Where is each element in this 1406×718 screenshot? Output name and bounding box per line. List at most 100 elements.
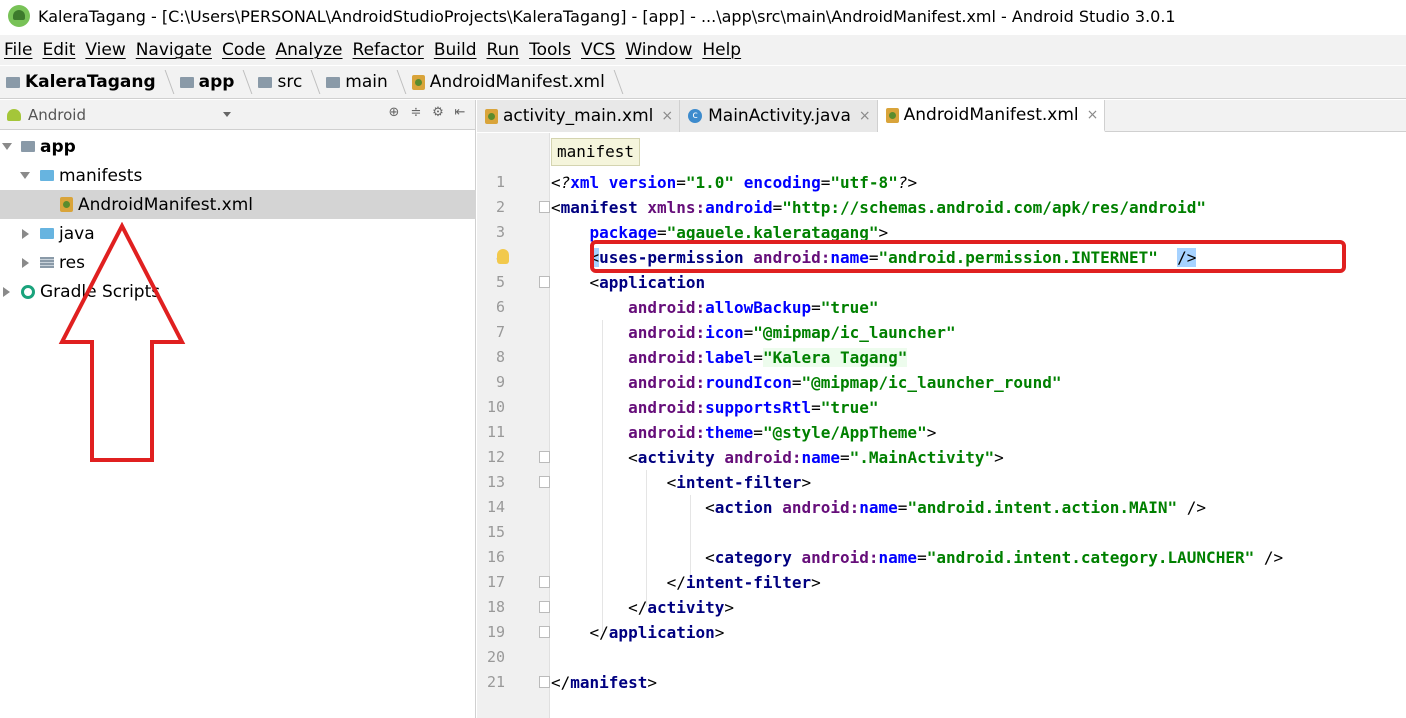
breadcrumb-file[interactable]: AndroidManifest.xml (406, 66, 624, 98)
code-line: 2 <manifest xmlns:android="http://schemas… (495, 198, 1207, 217)
annotation-arrow (58, 222, 186, 462)
code-line: 21 </manifest> (486, 673, 657, 692)
java-class-icon: c (688, 109, 703, 123)
manifest-file-icon (411, 74, 425, 90)
breadcrumb-main-label: main (345, 72, 388, 92)
menu-tools[interactable]: Tools (529, 40, 571, 60)
module-folder-icon (179, 76, 194, 88)
menu-vcs[interactable]: VCS (581, 40, 615, 60)
breadcrumb-src-label: src (277, 72, 303, 92)
code-editor[interactable]: manifest 1 <?xml version="1.0" encoding="… (477, 133, 1406, 718)
menu-bar: File Edit View Navigate Code Analyze Ref… (0, 35, 1406, 65)
tree-item-label: app (40, 136, 76, 157)
project-view-selector[interactable]: Android ⊕ ≑ ⚙ ⇤ (0, 100, 475, 130)
breadcrumb-module[interactable]: app (174, 66, 253, 98)
tree-item-label: manifests (59, 165, 143, 186)
breadcrumb-module-label: app (198, 72, 235, 92)
code-line: 12 <activity android:name=".MainActivity… (486, 448, 1004, 467)
code-line: 19 </application> (486, 623, 725, 642)
window-title: KaleraTagang - [C:\Users\PERSONAL\Androi… (38, 6, 1176, 26)
breadcrumb-main[interactable]: main (320, 66, 407, 98)
breadcrumb-separator (387, 70, 407, 94)
close-icon[interactable]: × (1087, 107, 1099, 123)
code-line: 7 android:icon="@mipmap/ic_launcher" (495, 323, 956, 342)
tab-label: AndroidManifest.xml (903, 105, 1079, 125)
breadcrumb-src[interactable]: src (252, 66, 321, 98)
collapse-all-icon[interactable]: ≑ (409, 106, 423, 120)
breadcrumb-project[interactable]: KaleraTagang (0, 66, 175, 98)
tree-item-manifests[interactable]: manifests (0, 161, 476, 190)
code-line: 9 android:roundIcon="@mipmap/ic_launcher… (495, 373, 1062, 392)
breadcrumb-separator (234, 70, 253, 94)
collapse-arrow-icon[interactable] (22, 257, 29, 268)
scroll-from-source-icon[interactable]: ⊕ (387, 106, 401, 120)
annotation-highlight-box (590, 240, 1346, 273)
manifest-file-icon (60, 197, 73, 212)
tab-androidmanifest[interactable]: AndroidManifest.xml × (877, 100, 1106, 132)
folder-icon (258, 76, 273, 88)
code-line: 13 <intent-filter> (486, 473, 812, 492)
dropdown-arrow-icon[interactable] (223, 112, 231, 117)
navigation-breadcrumb: KaleraTagang app src main AndroidManifes… (0, 66, 1406, 99)
menu-code[interactable]: Code (222, 40, 266, 60)
code-line: 18 </activity> (486, 598, 735, 617)
menu-analyze[interactable]: Analyze (276, 40, 343, 60)
code-line: 10 android:supportsRtl="true" (486, 398, 879, 417)
menu-run[interactable]: Run (487, 40, 520, 60)
expand-arrow-icon[interactable] (2, 143, 12, 150)
xml-file-icon (485, 108, 498, 124)
title-bar: KaleraTagang - [C:\Users\PERSONAL\Androi… (0, 0, 1406, 32)
menu-build[interactable]: Build (434, 40, 477, 60)
code-line: 8 android:label="Kalera Tagang" (495, 348, 908, 367)
tree-item-label: AndroidManifest.xml (78, 194, 254, 215)
expand-arrow-icon[interactable] (20, 172, 30, 179)
project-view-label: Android (28, 105, 86, 124)
tab-mainactivity[interactable]: c MainActivity.java × (680, 100, 878, 132)
gradle-icon (21, 284, 35, 299)
menu-window[interactable]: Window (625, 40, 692, 60)
breadcrumb-separator (301, 70, 321, 94)
menu-help[interactable]: Help (702, 40, 741, 60)
code-line: 5 <application (495, 273, 706, 292)
android-studio-icon (8, 5, 30, 27)
tree-item-app[interactable]: app (0, 132, 476, 161)
code-line: 16 <category android:name="android.inten… (486, 548, 1284, 567)
folder-icon (40, 170, 54, 181)
collapse-arrow-icon[interactable] (3, 286, 10, 297)
menu-navigate[interactable]: Navigate (136, 40, 212, 60)
editor-tab-bar: activity_main.xml × c MainActivity.java … (477, 100, 1406, 132)
code-line: 15 (486, 523, 505, 541)
gear-icon[interactable]: ⚙ (431, 106, 445, 120)
menu-file[interactable]: File (4, 40, 32, 60)
collapse-arrow-icon[interactable] (22, 228, 29, 239)
manifest-file-icon (885, 107, 899, 123)
code-line: 20 (486, 648, 505, 666)
android-icon (7, 108, 21, 121)
res-folder-icon (40, 257, 54, 268)
tree-item-androidmanifest[interactable]: AndroidManifest.xml (0, 190, 476, 219)
code-line: 1 <?xml version="1.0" encoding="utf-8"?> (495, 173, 918, 192)
breadcrumb-separator (604, 70, 624, 94)
breadcrumb-file-label: AndroidManifest.xml (429, 72, 605, 92)
menu-view[interactable]: View (85, 40, 125, 60)
code-line: 6 android:allowBackup="true" (495, 298, 879, 317)
menu-edit[interactable]: Edit (42, 40, 75, 60)
module-folder-icon (21, 141, 35, 152)
close-icon[interactable]: × (661, 108, 673, 124)
breadcrumb-separator (155, 70, 175, 94)
project-folder-icon (6, 76, 20, 88)
breadcrumb-project-label: KaleraTagang (25, 72, 156, 92)
lightbulb-icon[interactable] (497, 249, 509, 264)
xml-breadcrumb-tag[interactable]: manifest (551, 138, 641, 166)
tab-label: MainActivity.java (708, 106, 851, 126)
tab-activity-main[interactable]: activity_main.xml × (477, 100, 681, 132)
code-line: 17 </intent-filter> (486, 573, 821, 592)
close-icon[interactable]: × (859, 108, 871, 124)
folder-icon (326, 76, 341, 88)
menu-refactor[interactable]: Refactor (353, 40, 424, 60)
folder-icon (40, 228, 54, 239)
tab-label: activity_main.xml (503, 106, 654, 126)
hide-panel-icon[interactable]: ⇤ (453, 106, 467, 120)
code-line: 14 <action android:name="android.intent.… (486, 498, 1207, 517)
code-line: 11 android:theme="@style/AppTheme"> (486, 423, 937, 442)
